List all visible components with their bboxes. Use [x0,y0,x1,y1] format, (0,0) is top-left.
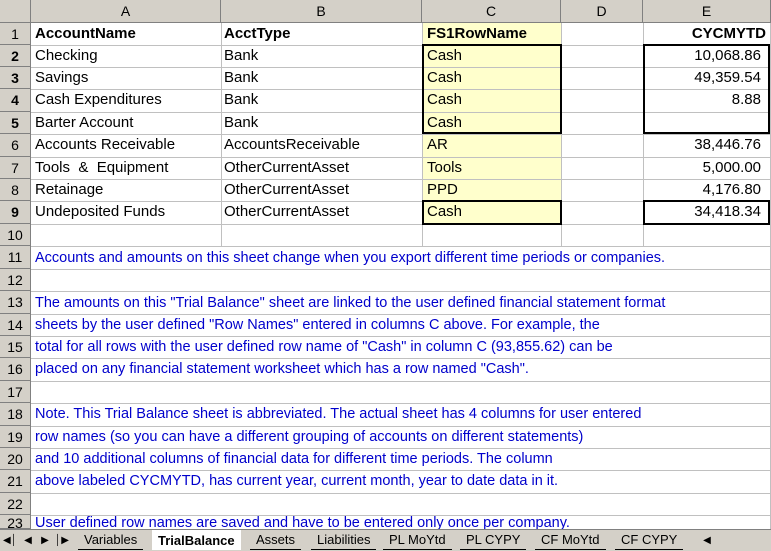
note-line[interactable]: total for all rows with the user defined… [35,336,613,358]
cell-acct-type[interactable]: OtherCurrentAsset [224,201,349,223]
row-header[interactable]: 6 [0,134,31,157]
column-header-d[interactable]: D [561,0,643,23]
cell-acct-type[interactable]: Bank [224,45,258,67]
note-line[interactable]: The amounts on this "Trial Balance" shee… [35,292,665,314]
row-header[interactable]: 22 [0,493,31,515]
note-line[interactable]: and 10 additional columns of financial d… [35,448,553,470]
note-line[interactable]: Accounts and amounts on this sheet chang… [35,247,665,269]
note-line[interactable]: sheets by the user defined "Row Names" e… [35,314,600,336]
cell-amount[interactable]: 10,068.86 [643,45,761,67]
header-account-name[interactable]: AccountName [35,23,136,45]
column-header-c[interactable]: C [422,0,561,23]
row-header[interactable]: 1 [0,23,31,45]
row-header[interactable]: 13 [0,291,31,314]
cell-row-name[interactable]: PPD [427,179,458,201]
cell-account-name[interactable]: Barter Account [35,112,133,134]
row-header[interactable]: 9 [0,201,31,224]
cell-acct-type[interactable]: OtherCurrentAsset [224,157,349,179]
row-header[interactable]: 5 [0,112,31,134]
row-header[interactable]: 14 [0,314,31,336]
cell-row-name[interactable]: Cash [427,89,462,111]
row-header[interactable]: 17 [0,381,31,403]
note-line[interactable]: above labeled CYCMYTD, has current year,… [35,470,558,492]
tab-cf-moytd[interactable]: CF MoYtd [535,530,606,550]
cell-account-name[interactable]: Undeposited Funds [35,201,165,223]
row-header[interactable]: 7 [0,157,31,179]
tab-variables[interactable]: Variables [78,530,144,550]
row-header[interactable]: 8 [0,179,31,201]
select-all-corner[interactable] [0,0,31,23]
gridline [31,493,771,494]
cell-account-name[interactable]: Checking [35,45,98,67]
note-line[interactable]: Note. This Trial Balance sheet is abbrev… [35,403,641,425]
prev-sheet-icon[interactable]: ◀ [20,532,36,548]
cell-acct-type[interactable]: Bank [224,112,258,134]
header-cycmytd[interactable]: CYCMYTD [643,23,766,45]
tab-pl-cypy[interactable]: PL CYPY [460,530,527,550]
column-header-e[interactable]: E [643,0,771,23]
scroll-left-icon[interactable]: ◀ [698,532,716,548]
row-header[interactable]: 10 [0,224,31,246]
cell-row-name[interactable]: Cash [427,112,462,134]
cell-row-name[interactable]: Tools [427,157,462,179]
column-header-a[interactable]: A [31,0,221,23]
row-header[interactable]: 11 [0,246,31,269]
gridline [31,269,771,270]
row-header[interactable]: 2 [0,45,31,67]
row-header[interactable]: 16 [0,358,31,381]
header-acct-type[interactable]: AcctType [224,23,290,45]
cell-acct-type[interactable]: Bank [224,89,258,111]
row-header[interactable]: 21 [0,470,31,493]
tab-trialbalance[interactable]: TrialBalance [152,530,241,550]
row-header[interactable]: 15 [0,336,31,358]
cell-amount[interactable]: 8.88 [643,89,761,111]
first-sheet-icon[interactable]: ◀│ [2,532,18,548]
cell-account-name[interactable]: Accounts Receivable [35,134,175,156]
row-header[interactable]: 4 [0,89,31,112]
column-header-b[interactable]: B [221,0,422,23]
sheet-tab-bar: ◀│ ◀ ▶ │▶ Variables TrialBalance Assets … [0,529,771,551]
tab-cf-cypy[interactable]: CF CYPY [615,530,684,550]
note-line[interactable]: row names (so you can have a different g… [35,426,583,448]
row-header[interactable]: 18 [0,403,31,426]
gridline [31,381,771,382]
row-header[interactable]: 3 [0,67,31,89]
tab-liabilities[interactable]: Liabilities [311,530,377,550]
tab-pl-moytd[interactable]: PL MoYtd [383,530,452,550]
row-header[interactable]: 20 [0,448,31,470]
header-fs1-row-name[interactable]: FS1RowName [427,23,527,45]
cell-acct-type[interactable]: OtherCurrentAsset [224,179,349,201]
cell-amount[interactable]: 38,446.76 [643,134,761,156]
cell-row-name[interactable]: AR [427,134,448,156]
cell-amount[interactable]: 4,176.80 [643,179,761,201]
cell-row-name[interactable]: Cash [427,67,462,89]
cell-amount[interactable]: 5,000.00 [643,157,761,179]
row-header[interactable]: 23 [0,515,31,531]
row-header[interactable]: 12 [0,269,31,291]
cell-row-name[interactable]: Cash [427,45,462,67]
cell-amount[interactable]: 49,359.54 [643,67,761,89]
cell-acct-type[interactable]: Bank [224,67,258,89]
note-line[interactable]: placed on any financial statement worksh… [35,358,529,380]
cell-account-name[interactable]: Retainage [35,179,103,201]
last-sheet-icon[interactable]: │▶ [54,532,70,548]
cell-account-name[interactable]: Tools & Equipment [35,157,168,179]
cell-acct-type[interactable]: AccountsReceivable [224,134,360,156]
cell-account-name[interactable]: Savings [35,67,88,89]
row-header[interactable]: 19 [0,426,31,448]
cell-row-name[interactable]: Cash [427,201,462,223]
tab-assets[interactable]: Assets [250,530,302,550]
cell-amount[interactable]: 34,418.34 [643,201,761,223]
next-sheet-icon[interactable]: ▶ [37,532,53,548]
cell-account-name[interactable]: Cash Expenditures [35,89,162,111]
